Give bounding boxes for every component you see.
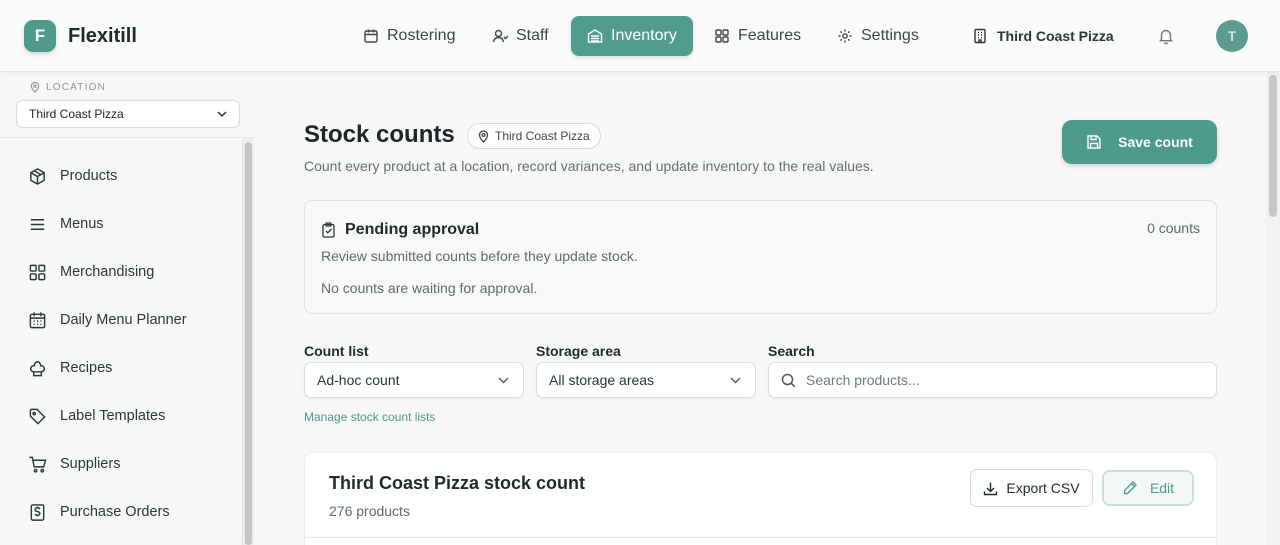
- nav-features-label: Features: [738, 27, 802, 44]
- storage-area-label: Storage area: [536, 343, 621, 359]
- edit-button[interactable]: Edit: [1102, 470, 1194, 506]
- stock-count-product-total: 276 products: [329, 503, 410, 519]
- sidebar-item-label: Daily Menu Planner: [60, 312, 187, 328]
- page-subtitle: Count every product at a location, recor…: [304, 158, 874, 174]
- sidebar-item-label: Merchandising: [60, 264, 155, 280]
- inventory-icon: [587, 29, 603, 43]
- sidebar-item-recipes[interactable]: Recipes: [28, 356, 112, 380]
- nav-rostering[interactable]: Rostering: [347, 16, 471, 56]
- sidebar-scrollbar-thumb[interactable]: [245, 142, 252, 545]
- avatar-initial: T: [1227, 28, 1237, 44]
- nav-settings[interactable]: Settings: [821, 16, 935, 56]
- building-icon: [974, 28, 986, 44]
- pending-empty-message: No counts are waiting for approval.: [321, 280, 538, 296]
- tag-icon: [29, 408, 46, 425]
- page-title: Stock counts: [304, 121, 455, 148]
- user-avatar[interactable]: T: [1216, 20, 1248, 52]
- sidebar-item-label-templates[interactable]: Label Templates: [28, 404, 165, 428]
- sidebar-item-label: Suppliers: [60, 456, 121, 472]
- manage-stock-count-lists-link[interactable]: Manage stock count lists: [304, 410, 435, 424]
- sidebar-item-label: Purchase Orders: [60, 504, 170, 520]
- edit-label: Edit: [1149, 480, 1175, 496]
- location-chip: Third Coast Pizza: [467, 123, 601, 149]
- nav-rostering-label: Rostering: [387, 27, 456, 44]
- location-select-value: Third Coast Pizza: [29, 107, 124, 121]
- clipboard-check-icon: [322, 222, 335, 238]
- chevron-down-icon: [217, 111, 227, 117]
- storage-area-select[interactable]: All storage areas: [536, 362, 756, 398]
- sidebar-item-label: Menus: [60, 216, 104, 232]
- nav-inventory-label: Inventory: [611, 27, 677, 44]
- export-csv-label: Export CSV: [1006, 480, 1080, 496]
- pending-count: 0 counts: [1147, 220, 1200, 236]
- bell-icon[interactable]: [1157, 27, 1175, 45]
- nav-inventory[interactable]: Inventory: [571, 16, 693, 56]
- app-name[interactable]: Flexitill: [68, 25, 137, 48]
- calendar-icon: [29, 311, 46, 328]
- sidebar-divider: [0, 137, 256, 138]
- gear-icon: [838, 29, 852, 43]
- save-count-label: Save count: [1118, 134, 1193, 150]
- search-field[interactable]: [768, 362, 1217, 398]
- location-label-text: LOCATION: [46, 82, 106, 93]
- nav-settings-label: Settings: [861, 27, 919, 44]
- save-count-button[interactable]: Save count: [1062, 120, 1217, 164]
- stock-count-card: Third Coast Pizza stock count 276 produc…: [304, 452, 1217, 545]
- calendar-icon: [364, 29, 378, 43]
- count-list-value: Ad-hoc count: [317, 372, 400, 388]
- location-switcher-label: Third Coast Pizza: [997, 28, 1114, 44]
- sidebar-item-menus[interactable]: Menus: [28, 212, 104, 236]
- count-list-select[interactable]: Ad-hoc count: [304, 362, 524, 398]
- sidebar-item-suppliers[interactable]: Suppliers: [28, 452, 120, 476]
- grid-icon: [715, 29, 729, 43]
- sidebar: LOCATION Third Coast Pizza Products Menu…: [0, 72, 256, 545]
- app-logo[interactable]: F: [24, 20, 56, 52]
- sidebar-item-merchandising[interactable]: Merchandising: [28, 260, 154, 284]
- sidebar-item-label: Products: [60, 168, 118, 184]
- page-scrollbar-thumb[interactable]: [1269, 75, 1277, 217]
- count-list-label: Count list: [304, 343, 369, 359]
- save-icon: [1087, 135, 1101, 149]
- chevron-down-icon: [730, 377, 741, 383]
- top-navigation: F Flexitill Rostering Staff Inventory Fe…: [0, 0, 1280, 72]
- dollar-doc-icon: [30, 503, 45, 521]
- chef-hat-icon: [29, 360, 46, 376]
- logo-letter: F: [34, 26, 46, 45]
- cart-icon: [29, 456, 47, 473]
- chevron-down-icon: [498, 377, 509, 383]
- location-chip-label: Third Coast Pizza: [495, 129, 590, 143]
- nav-staff-label: Staff: [516, 27, 549, 44]
- sidebar-item-label: Recipes: [60, 360, 113, 376]
- search-label: Search: [768, 343, 815, 359]
- search-icon: [781, 373, 796, 387]
- map-pin-icon: [478, 129, 489, 143]
- location-select[interactable]: Third Coast Pizza: [16, 100, 240, 128]
- sidebar-item-label: Label Templates: [60, 408, 166, 424]
- map-pin-icon: [30, 82, 40, 93]
- sidebar-item-purchase-orders[interactable]: Purchase Orders: [28, 500, 170, 524]
- location-switcher[interactable]: Third Coast Pizza: [972, 16, 1114, 56]
- sidebar-item-daily-menu-planner[interactable]: Daily Menu Planner: [28, 308, 187, 332]
- stock-count-title: Third Coast Pizza stock count: [329, 473, 586, 493]
- export-csv-button[interactable]: Export CSV: [970, 469, 1093, 507]
- user-icon: [492, 29, 508, 43]
- menu-icon: [30, 218, 45, 230]
- pencil-icon: [1123, 481, 1137, 495]
- sidebar-item-products[interactable]: Products: [28, 164, 117, 188]
- box-icon: [30, 167, 45, 185]
- nav-features[interactable]: Features: [698, 16, 817, 56]
- pending-approval-panel: Pending approval 0 counts Review submitt…: [304, 200, 1217, 314]
- storage-area-value: All storage areas: [549, 372, 655, 388]
- pending-approval-header: Pending approval: [321, 221, 479, 239]
- download-icon: [984, 482, 998, 495]
- pending-approval-title: Pending approval: [345, 221, 480, 238]
- nav-staff[interactable]: Staff: [476, 16, 565, 56]
- location-label: LOCATION: [30, 82, 106, 93]
- search-input[interactable]: [806, 372, 1186, 388]
- card-divider: [305, 537, 1216, 538]
- pending-description: Review submitted counts before they upda…: [321, 248, 638, 264]
- grid-icon: [29, 264, 46, 280]
